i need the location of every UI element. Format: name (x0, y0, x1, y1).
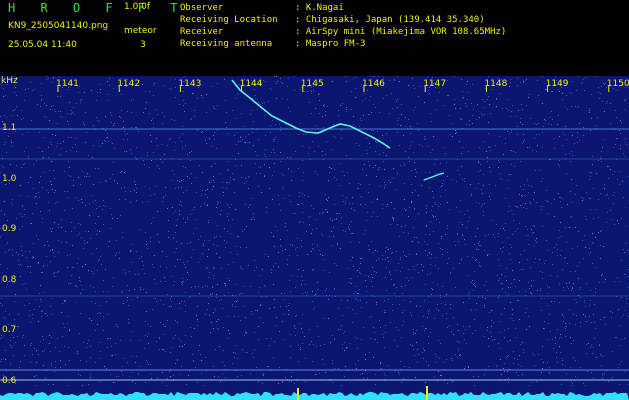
header-panel: H R O F F T 1.0.0f KN9_2505041140.png me… (0, 0, 629, 76)
x-tick-label: 1147 (423, 79, 447, 89)
baseline-strip (0, 392, 629, 400)
app-title: H R O F F T (8, 1, 187, 15)
x-tick-label: 1148 (484, 79, 508, 89)
y-tick-label: 1.0 (2, 173, 17, 184)
y-tick-label: 0.9 (2, 224, 17, 234)
info-row-antenna: Receiving antenna: Maspro FM-3 (180, 39, 366, 49)
info-row-receiver: Receiver: AirSpy mini (Miakejima VOR 108… (180, 27, 507, 37)
file-name: KN9_2505041140.png (8, 21, 109, 31)
spectrogram (0, 76, 629, 400)
x-tick-label: 1146 (362, 79, 385, 89)
y-tick-label: 1.1 (2, 123, 17, 133)
version-label: 1.0.0f (124, 2, 151, 12)
x-tick-label: 1142 (117, 79, 141, 89)
x-tick-label: 1141 (56, 79, 79, 89)
info-row-location: Receiving Location: Chigasaki, Japan (13… (180, 15, 485, 25)
meteor-count: 3 (140, 40, 146, 50)
x-tick-label: 1149 (545, 79, 569, 89)
y-tick-label: 0.8 (2, 274, 17, 285)
y-tick-label: 0.6 (2, 375, 17, 386)
station-info: Observer: K.Nagai Receiving Location: Ch… (180, 2, 506, 50)
timestamp: 25.05.04 11:40 (8, 40, 77, 50)
x-tick-label: 1143 (178, 79, 202, 89)
noise-speckle (0, 76, 629, 386)
x-tick-label: 1150 (606, 79, 629, 89)
mode-label: meteor (124, 26, 157, 36)
marker-bar (426, 386, 428, 400)
meteor-trace-short (423, 172, 445, 181)
noise-speckle-bright (2, 76, 629, 386)
x-tick-label: 1144 (239, 79, 263, 89)
marker-bar (297, 388, 299, 400)
spectrogram-canvas (0, 76, 629, 400)
info-row-observer: Observer: K.Nagai (180, 3, 344, 13)
x-tick-label: 1145 (300, 79, 324, 89)
y-tick-label: 0.7 (2, 325, 17, 335)
y-axis-unit: kHz (1, 76, 18, 86)
